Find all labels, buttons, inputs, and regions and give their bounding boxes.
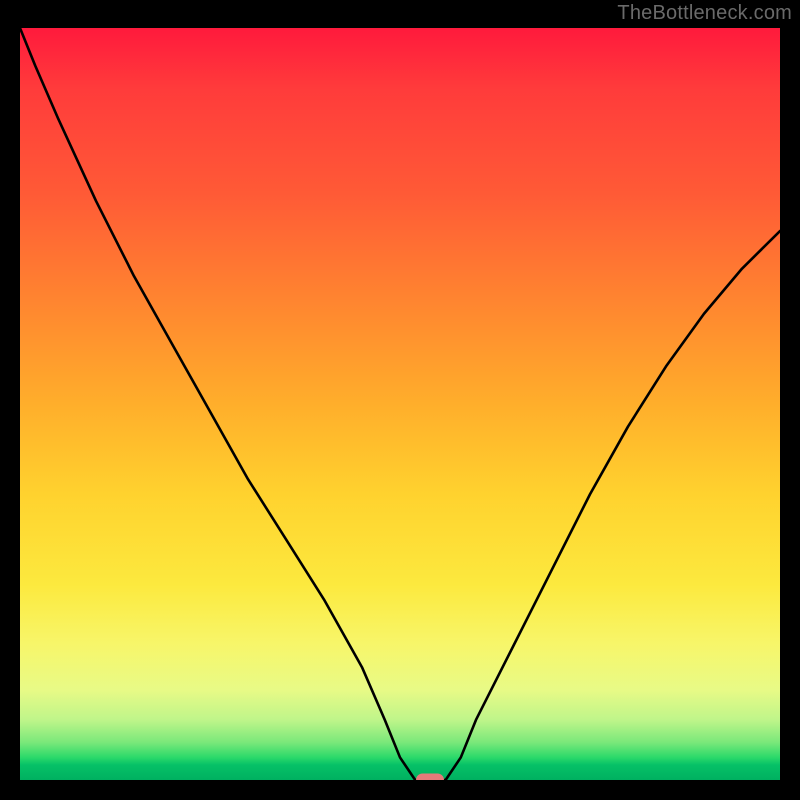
chart-frame: TheBottleneck.com [0,0,800,800]
watermark-text: TheBottleneck.com [617,2,792,25]
curve-path [20,28,780,780]
plot-area [20,28,780,780]
bottleneck-curve [20,28,780,780]
optimal-marker [416,774,444,781]
